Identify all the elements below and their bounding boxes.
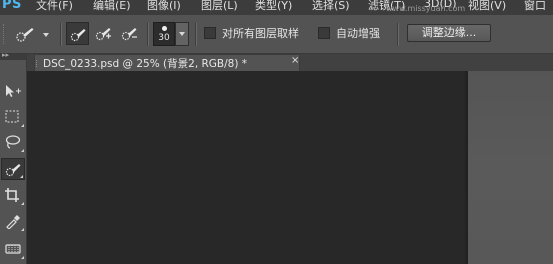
photoshop-logo: PS [2,0,22,12]
auto-enhance-label: 自动增强 [336,27,380,40]
marquee-tool[interactable] [1,106,25,128]
quick-selection-tool[interactable] [1,158,25,180]
subtract-from-selection-button[interactable] [118,22,141,45]
lasso-tool[interactable] [1,131,25,153]
tool-flyout-indicator [21,228,24,231]
close-icon[interactable]: × [291,55,299,66]
options-separator [195,23,197,46]
spot-healing-tool[interactable] [1,238,25,260]
menu-window[interactable]: 窗口 [524,0,546,13]
lasso-icon [5,135,21,149]
menu-bar: PS 文件(F) 编辑(E) 图像(I) 图层(L) 类型(Y) 选择(S) 滤… [0,0,553,15]
menu-select[interactable]: 选择(S) [312,0,350,13]
quick-selection-add-icon [95,28,111,41]
move-tool[interactable] [1,80,25,102]
document-tab[interactable]: DSC_0233.psd @ 25% (背景2, RGB/8) * × [34,54,300,71]
brush-size-picker[interactable]: 30 [153,22,175,46]
menu-type[interactable]: 类型(Y) [255,0,292,13]
menu-image[interactable]: 图像(I) [147,0,181,13]
tool-flyout-indicator [20,175,23,178]
document-image[interactable] [468,71,553,264]
document-tab-title: DSC_0233.psd @ 25% (背景2, RGB/8) * [43,58,248,70]
new-selection-button[interactable] [66,22,89,45]
sample-all-layers-label: 对所有图层取样 [222,27,299,40]
tool-preset-caret-icon [43,33,49,37]
tools-panel: ▸▸ [0,51,27,264]
tool-flyout-indicator [21,124,24,127]
collapse-arrows-icon[interactable]: ▸▸ [2,51,9,59]
quick-selection-subtract-icon [121,28,137,41]
tool-flyout-indicator [21,202,24,205]
brush-tip-icon [162,26,167,31]
brush-picker-dropdown[interactable] [175,22,189,46]
spot-healing-icon [5,244,21,254]
quick-selection-new-icon [70,29,86,42]
move-icon [6,85,21,97]
workspace-canvas-area[interactable] [27,71,553,264]
quick-selection-brush-icon [16,28,34,42]
tool-flyout-indicator [21,149,24,152]
tool-preset-picker[interactable] [12,24,52,44]
menu-layer[interactable]: 图层(L) [201,0,238,13]
tools-panel-header[interactable]: ▸▸ [0,51,26,60]
options-separator [147,23,149,46]
menu-file[interactable]: 文件(F) [36,0,73,13]
refine-edge-button[interactable]: 调整边缘... [407,24,491,42]
options-bar-grip[interactable] [3,24,7,44]
crop-tool[interactable] [1,184,25,206]
marquee-icon [5,110,19,123]
add-to-selection-button[interactable] [92,22,115,45]
sample-all-layers-checkbox[interactable] [204,27,216,39]
eyedropper-tool[interactable] [1,210,25,232]
chevron-down-icon [179,32,185,36]
menu-edit[interactable]: 编辑(E) [93,0,131,13]
options-separator [60,23,62,46]
eyedropper-icon [6,215,20,229]
brush-size-value: 30 [158,33,170,43]
tool-flyout-indicator [21,256,24,259]
options-bar: 30 对所有图层取样 自动增强 调整边缘... [0,15,553,54]
watermark-text: www.missyuan.com [386,4,466,13]
document-tab-bar: DSC_0233.psd @ 25% (背景2, RGB/8) * × [27,54,553,71]
menu-view[interactable]: 视图(V) [468,0,506,13]
crop-icon [5,188,19,202]
options-separator [397,23,399,46]
auto-enhance-checkbox[interactable] [318,27,330,39]
tab-grip-icon[interactable] [36,60,40,67]
